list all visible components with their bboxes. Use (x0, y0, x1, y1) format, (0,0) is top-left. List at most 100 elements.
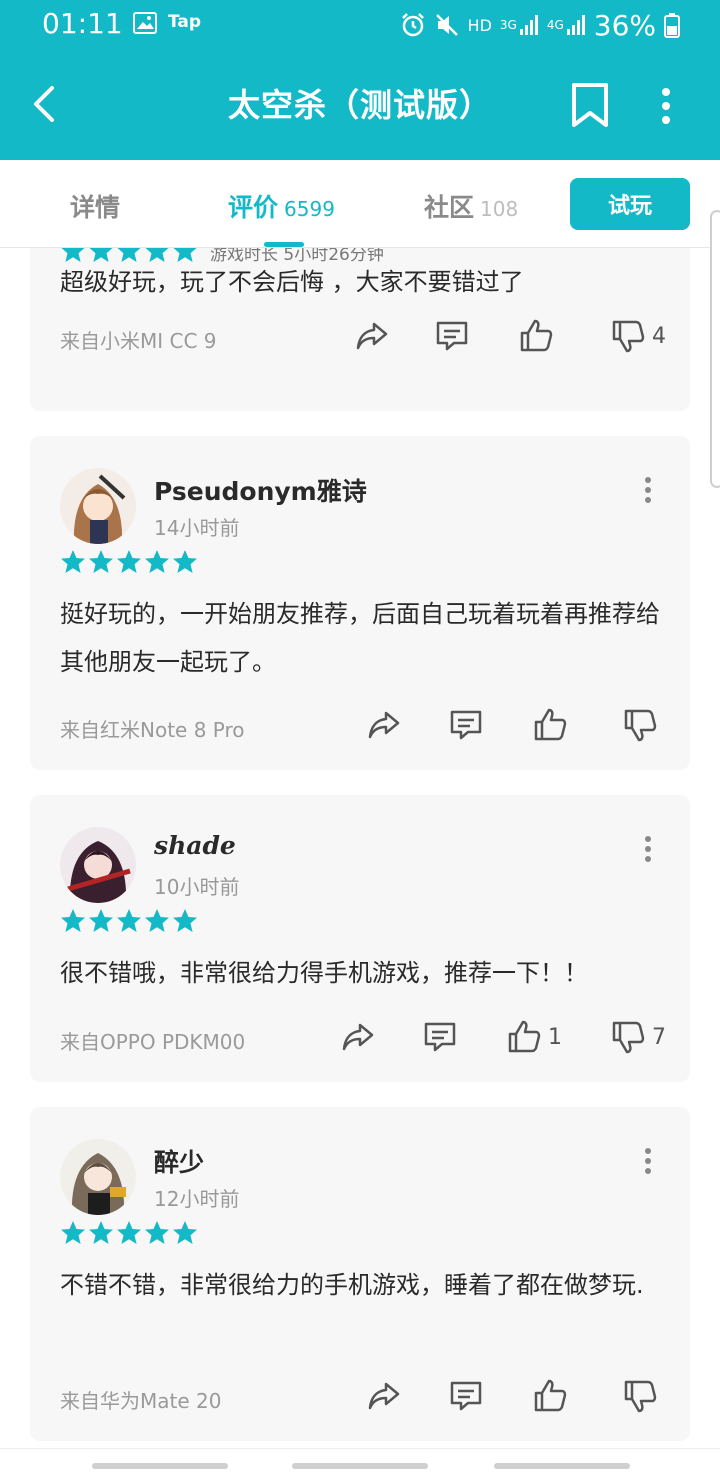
signal-icon (566, 15, 585, 35)
review-text: 超级好玩，玩了不会后悔 ，大家不要错过了 (60, 268, 524, 296)
trial-play-button[interactable]: 试玩 (570, 178, 690, 230)
network-3g-label: 3G (499, 18, 517, 32)
review-text: 很不错哦，非常很给力得手机游戏，推荐一下！！ (60, 959, 588, 987)
thumbs-down-icon (624, 709, 657, 742)
review-text: 挺好玩的，一开始朋友推荐，后面自己玩着玩着再推荐给其他朋友一起玩了。 (60, 600, 660, 676)
star-icon (61, 550, 85, 573)
star-icon (117, 550, 141, 573)
star-icon (89, 909, 113, 932)
nav-home[interactable] (292, 1463, 428, 1469)
tab-community[interactable]: 社区 108 (424, 188, 518, 224)
like-button[interactable] (532, 707, 574, 743)
comment-button[interactable] (422, 1019, 458, 1055)
share-icon (368, 711, 400, 739)
tab-label: 社区 (424, 193, 475, 222)
active-tab-indicator (264, 242, 304, 247)
dislike-button[interactable]: 7 (610, 1019, 666, 1055)
dislike-button[interactable] (622, 1378, 664, 1414)
comment-icon (424, 1022, 456, 1052)
comment-button[interactable] (434, 318, 470, 354)
avatar[interactable] (60, 1139, 136, 1215)
username[interactable]: 醉少 (154, 1143, 204, 1179)
comment-icon (450, 1381, 482, 1411)
network-4g-label: 4G (546, 18, 564, 32)
comment-icon (436, 321, 468, 351)
review-card: Pseudonym雅诗 14小时前 挺好玩的，一开始朋友推荐，后面自己玩着玩着再… (30, 436, 690, 770)
rating-stars (60, 1220, 198, 1246)
thumbs-down-icon (612, 320, 645, 353)
share-button[interactable] (340, 1019, 376, 1055)
thumbs-up-icon (520, 319, 553, 352)
like-button[interactable] (518, 318, 560, 354)
app-bar: 太空杀（测试版） (0, 50, 720, 160)
taptap-notification-badge: Tap (168, 12, 202, 32)
scrollbar-handle[interactable] (710, 210, 720, 488)
alarm-icon (401, 13, 424, 37)
tab-label: 评价 (228, 193, 279, 222)
status-time: 01:11 (42, 7, 123, 40)
tab-count: 6599 (284, 197, 335, 221)
post-time: 14小时前 (154, 516, 240, 540)
review-card: 醉少 12小时前 不错不错，非常很给力的手机游戏，睡着了都在做梦玩. 来自华为M… (30, 1107, 690, 1441)
star-icon (117, 909, 141, 932)
avatar[interactable] (60, 827, 136, 903)
star-icon (145, 909, 169, 932)
share-icon (342, 1023, 374, 1051)
post-time: 10小时前 (154, 875, 240, 899)
star-icon (145, 550, 169, 573)
avatar[interactable] (60, 468, 136, 544)
review-text: 不错不错，非常很给力的手机游戏，睡着了都在做梦玩. (60, 1271, 644, 1299)
page-title: 太空杀（测试版） (227, 86, 492, 124)
like-count: 1 (548, 1024, 562, 1050)
dislike-count: 4 (652, 323, 666, 349)
share-button[interactable] (366, 707, 402, 743)
battery-icon (664, 13, 680, 38)
signal-icon (519, 15, 538, 35)
star-icon (89, 550, 113, 573)
dislike-count: 7 (652, 1024, 666, 1050)
status-right-group: HD 3G 4G 36% (400, 8, 680, 42)
comment-button[interactable] (448, 1378, 484, 1414)
like-button[interactable]: 1 (506, 1019, 562, 1055)
more-options-icon[interactable] (644, 1147, 652, 1175)
reviews-list[interactable]: 游戏时长 5小时26分钟 超级好玩，玩了不会后悔 ，大家不要错过了 来自小米MI… (0, 248, 720, 1448)
gallery-notification-icon (133, 12, 157, 34)
battery-percent: 36% (593, 8, 656, 42)
system-nav-bar (0, 1448, 720, 1480)
star-icon (145, 1221, 169, 1244)
nav-back[interactable] (494, 1463, 630, 1469)
tab-reviews[interactable]: 评价 6599 (228, 188, 335, 224)
rating-stars (60, 908, 198, 934)
star-icon (61, 909, 85, 932)
comment-icon (450, 710, 482, 740)
share-icon (356, 322, 388, 350)
more-menu-icon[interactable] (656, 84, 676, 128)
device-label: 来自小米MI CC 9 (60, 329, 217, 353)
share-button[interactable] (354, 318, 390, 354)
thumbs-down-icon (624, 1380, 657, 1413)
review-card: shade 10小时前 很不错哦，非常很给力得手机游戏，推荐一下！！ 来自OPP… (30, 795, 690, 1082)
thumbs-up-icon (534, 1379, 567, 1412)
device-label: 来自红米Note 8 Pro (60, 718, 245, 742)
like-button[interactable] (532, 1378, 574, 1414)
more-options-icon[interactable] (644, 476, 652, 504)
thumbs-up-icon (508, 1020, 541, 1053)
hd-label: HD (467, 15, 492, 35)
status-bar: 01:11 Tap HD 3G 4G 36% (0, 0, 720, 50)
tab-details[interactable]: 详情 (70, 188, 120, 224)
comment-button[interactable] (448, 707, 484, 743)
review-card: 游戏时长 5小时26分钟 超级好玩，玩了不会后悔 ，大家不要错过了 来自小米MI… (30, 248, 690, 411)
thumbs-down-icon (612, 1021, 645, 1054)
bookmark-icon[interactable] (570, 82, 610, 128)
star-icon (89, 1221, 113, 1244)
dislike-button[interactable] (622, 707, 664, 743)
star-icon (173, 1221, 197, 1244)
dislike-button[interactable]: 4 (610, 318, 666, 354)
nav-recent[interactable] (92, 1463, 228, 1469)
share-button[interactable] (366, 1378, 402, 1414)
post-time: 12小时前 (154, 1187, 240, 1211)
username[interactable]: shade (154, 831, 236, 860)
username[interactable]: Pseudonym雅诗 (154, 472, 367, 508)
more-options-icon[interactable] (644, 835, 652, 863)
mute-icon (435, 14, 458, 36)
